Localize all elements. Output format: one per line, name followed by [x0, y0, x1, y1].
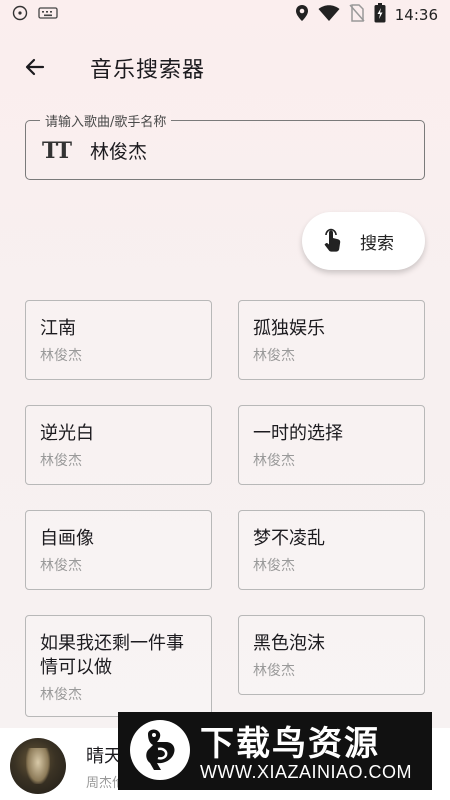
search-input[interactable]: 请输入歌曲/歌手名称 TT 林俊杰 — [25, 111, 425, 180]
now-playing-title: 晴天 — [86, 746, 122, 767]
keyboard-icon — [38, 6, 58, 24]
status-time: 14:36 — [394, 6, 438, 24]
song-artist: 林俊杰 — [40, 348, 82, 364]
song-card[interactable]: 黑色泡沫 林俊杰 — [238, 615, 425, 695]
song-card[interactable]: 自画像 林俊杰 — [25, 510, 212, 590]
song-card[interactable]: 梦不凌乱 林俊杰 — [238, 510, 425, 590]
song-title: 黑色泡沫 — [253, 633, 325, 654]
page-title: 音乐搜索器 — [90, 58, 206, 83]
song-artist: 林俊杰 — [40, 453, 82, 469]
no-sim-icon — [349, 4, 365, 26]
song-artist: 林俊杰 — [253, 348, 295, 364]
watermark-banner: 下载鸟资源 WWW.XIAZAINIAO.COM — [118, 712, 432, 790]
song-card[interactable]: 孤独娱乐 林俊杰 — [238, 300, 425, 380]
song-title: 自画像 — [40, 528, 94, 549]
search-input-label: 请输入歌曲/歌手名称 — [40, 111, 172, 130]
location-icon — [295, 4, 309, 26]
status-bar: 14:36 — [0, 0, 450, 30]
song-card[interactable]: 江南 林俊杰 — [25, 300, 212, 380]
touch-hand-icon — [324, 228, 341, 252]
text-fields-icon: TT — [42, 138, 72, 164]
song-artist: 林俊杰 — [40, 687, 82, 703]
song-title: 逆光白 — [40, 423, 94, 444]
song-title: 梦不凌乱 — [253, 528, 325, 549]
battery-icon — [374, 3, 386, 27]
song-artist: 林俊杰 — [253, 663, 295, 679]
media-icon — [12, 5, 28, 25]
search-button-label: 搜索 — [360, 233, 394, 254]
search-input-value[interactable]: 林俊杰 — [90, 137, 147, 164]
song-artist: 林俊杰 — [40, 558, 82, 574]
bird-logo-icon — [130, 720, 190, 780]
search-button[interactable]: 搜索 — [302, 212, 425, 270]
album-cover[interactable] — [10, 738, 66, 794]
song-title: 孤独娱乐 — [253, 318, 325, 339]
song-title: 江南 — [40, 318, 76, 339]
wifi-icon — [318, 4, 340, 26]
back-button[interactable] — [20, 52, 50, 82]
song-card[interactable]: 逆光白 林俊杰 — [25, 405, 212, 485]
app-bar: 音乐搜索器 — [0, 40, 450, 94]
song-card[interactable]: 如果我还剩一件事情可以做 林俊杰 — [25, 615, 212, 717]
song-title: 一时的选择 — [253, 423, 343, 444]
song-title: 如果我还剩一件事情可以做 — [40, 633, 184, 678]
watermark-title: 下载鸟资源 — [200, 724, 380, 764]
song-artist: 林俊杰 — [253, 453, 295, 469]
song-artist: 林俊杰 — [253, 558, 295, 574]
song-card[interactable]: 一时的选择 林俊杰 — [238, 405, 425, 485]
arrow-back-icon — [25, 58, 45, 76]
watermark-url: WWW.XIAZAINIAO.COM — [200, 762, 412, 782]
